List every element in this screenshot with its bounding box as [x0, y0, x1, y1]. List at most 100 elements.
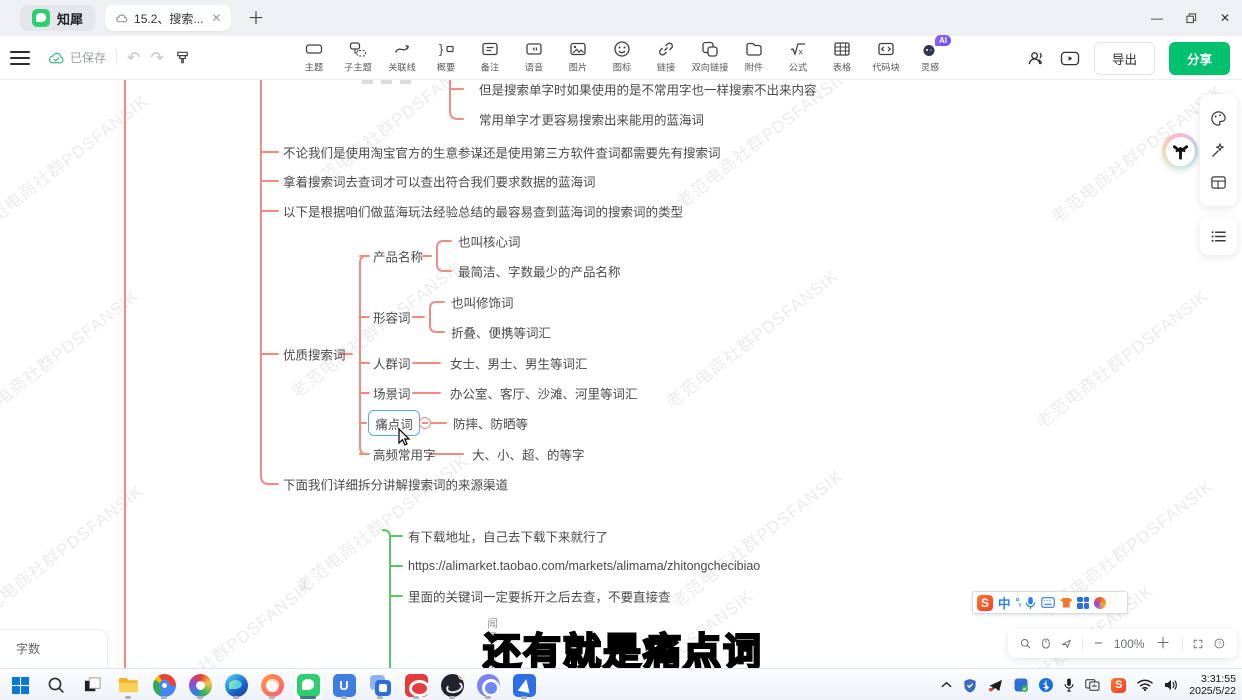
drag-mode-mouse-icon[interactable]: [1042, 636, 1050, 651]
tray-ime-language-icon[interactable]: [1085, 679, 1100, 691]
ime-toolbox-icon[interactable]: [1077, 597, 1089, 609]
tool-topic[interactable]: 主题: [292, 36, 336, 74]
mindmap-node[interactable]: 以下是根据咱们做蓝海玩法经验总结的最容易查到蓝海词的搜索词的类型: [283, 202, 683, 221]
taskbar-zhixi-active[interactable]: [294, 670, 322, 700]
close-button[interactable]: ✕: [1208, 0, 1242, 36]
mindmap-node-painpoint-selected[interactable]: 痛点词: [368, 410, 420, 436]
new-tab-button[interactable]: ＋: [247, 10, 264, 27]
laser-pointer-icon[interactable]: [1061, 636, 1072, 651]
tool-relation-line[interactable]: 关联线: [380, 36, 424, 74]
document-tab[interactable]: 15.2、搜索... ✕: [105, 5, 231, 31]
mindmap-node[interactable]: 常用单字才更容易搜索出来能用的蓝海词: [479, 110, 704, 129]
ime-punctuation-icon[interactable]: °,: [1016, 597, 1021, 608]
mindmap-leaf[interactable]: 女士、男士、男生等词汇: [450, 354, 588, 373]
tool-note[interactable]: 备注: [468, 36, 512, 74]
taskbar-search-button[interactable]: [42, 670, 70, 700]
menu-hamburger-icon[interactable]: [10, 51, 30, 65]
restore-button[interactable]: [1174, 0, 1208, 36]
mindmap-node[interactable]: 不论我们是使用淘宝官方的生意参谋还是使用第三方软件查词都需要先有搜索词: [283, 143, 721, 162]
share-button[interactable]: 分享: [1169, 42, 1230, 75]
tool-table[interactable]: 表格: [820, 36, 864, 74]
taskbar-clock[interactable]: 3:31:55 2025/5/22: [1189, 673, 1236, 697]
mindmap-node[interactable]: 有下载地址，自己去下载下来就行了: [408, 527, 608, 546]
outline-list-icon[interactable]: [1210, 228, 1227, 245]
app-home-tab[interactable]: 知犀: [20, 5, 95, 31]
video-tutorial-icon[interactable]: [1060, 50, 1080, 67]
taskbar-file-explorer[interactable]: [114, 670, 142, 700]
mindmap-node[interactable]: 但是搜索单字时如果使用的是不常用字也一样搜索不出来内容: [479, 80, 817, 99]
search-locate-icon[interactable]: [1020, 636, 1031, 651]
taskbar-dark-app-notification[interactable]: [438, 670, 466, 700]
tool-icon-sticker[interactable]: 图标: [600, 36, 644, 74]
mindmap-canvas[interactable]: 老范电商社群PDSFANSIK 老范电商社群PDSFANSIK 老范电商社群PD…: [0, 80, 1242, 668]
ime-mic-icon[interactable]: [1025, 596, 1036, 610]
task-view-button[interactable]: [78, 670, 106, 700]
tool-link[interactable]: 链接: [644, 36, 688, 74]
tool-summary[interactable]: } 概要: [424, 36, 468, 74]
zoom-in-button[interactable]: ＋: [1156, 636, 1171, 651]
ime-skin-icon[interactable]: [1060, 598, 1072, 608]
taskbar-remote-app[interactable]: [366, 670, 394, 700]
collaboration-icon[interactable]: [1027, 50, 1046, 67]
mindmap-leaf[interactable]: 最简洁、字数最少的产品名称: [458, 262, 621, 281]
mindmap-node[interactable]: 产品名称: [373, 247, 423, 266]
tool-image[interactable]: 图片: [556, 36, 600, 74]
tray-expand-chevron[interactable]: [941, 681, 952, 689]
undo-icon[interactable]: ↶: [127, 48, 140, 68]
ime-keyboard-icon[interactable]: [1041, 597, 1055, 608]
tray-volume-icon[interactable]: [1164, 679, 1178, 691]
tray-wifi-icon[interactable]: [1137, 679, 1153, 691]
mindmap-leaf[interactable]: 折叠、便携等词汇: [451, 323, 551, 342]
tray-microphone-icon[interactable]: [1064, 678, 1074, 692]
tray-telegram-icon[interactable]: [988, 679, 1003, 692]
sogou-logo-icon[interactable]: S: [977, 595, 993, 611]
sogou-ime-bar[interactable]: S 中 °,: [972, 591, 1128, 614]
tray-bluetooth-icon[interactable]: [1039, 678, 1053, 692]
export-button[interactable]: 导出: [1094, 42, 1155, 75]
ime-mode-chinese[interactable]: 中: [998, 593, 1011, 612]
collapse-handle-icon[interactable]: [419, 417, 431, 429]
layout-structure-icon[interactable]: [1210, 174, 1227, 191]
taskbar-red-app[interactable]: [402, 670, 430, 700]
mindmap-node[interactable]: 下面我们详细拆分讲解搜索词的来源渠道: [283, 475, 508, 494]
tray-sogou-icon[interactable]: S: [1111, 678, 1126, 693]
mindmap-leaf[interactable]: 办公室、客厅、沙滩、河里等词汇: [450, 384, 638, 403]
mindmap-node-url[interactable]: https://alimarket.taobao.com/markets/ali…: [408, 559, 760, 573]
taskbar-blue-u-app[interactable]: U: [330, 670, 358, 700]
tool-subtopic[interactable]: 子主题: [336, 36, 380, 74]
tool-bidirectional-link[interactable]: 双向链接: [688, 36, 732, 74]
taskbar-browser-colorful[interactable]: [186, 670, 214, 700]
mindmap-node[interactable]: 里面的关键词一定要拆开之后去查，不要直接查: [408, 587, 671, 606]
tool-attachment[interactable]: 附件: [732, 36, 776, 74]
mindmap-node[interactable]: 拿着搜索词去查词才可以查出符合我们要求数据的蓝海词: [283, 172, 596, 191]
mindmap-leaf[interactable]: 也叫修饰词: [451, 293, 514, 312]
start-button[interactable]: [6, 670, 34, 700]
mindmap-node[interactable]: 人群词: [373, 354, 411, 373]
mindmap-leaf[interactable]: 大、小、超、的等字: [472, 445, 585, 464]
mindmap-node-quality[interactable]: 优质搜索词: [283, 345, 346, 364]
mindmap-node[interactable]: 场景词: [373, 384, 411, 403]
beautify-wand-icon[interactable]: [1210, 142, 1227, 159]
minimize-button[interactable]: —: [1140, 0, 1174, 36]
taskbar-chrome[interactable]: [150, 670, 178, 700]
mindmap-leaf[interactable]: 也叫核心词: [458, 232, 521, 251]
tool-inspiration[interactable]: AI 灵感: [908, 36, 952, 74]
ai-assistant-button[interactable]: [1162, 133, 1198, 169]
taskbar-orange-app[interactable]: [258, 670, 286, 700]
format-brush-icon[interactable]: [174, 49, 191, 66]
taskbar-edge[interactable]: [222, 670, 250, 700]
help-icon[interactable]: ?: [1214, 636, 1225, 651]
fullscreen-icon[interactable]: [1193, 637, 1203, 651]
mindmap-node[interactable]: 形容词: [373, 308, 411, 327]
tool-code-block[interactable]: 代码块: [864, 36, 908, 74]
ime-emoji-icon[interactable]: [1094, 597, 1106, 609]
tool-voice[interactable]: 语音: [512, 36, 556, 74]
theme-palette-icon[interactable]: [1210, 110, 1227, 127]
tab-close-icon[interactable]: ✕: [211, 11, 221, 25]
tray-green-check-app-icon[interactable]: [1014, 678, 1028, 692]
taskbar-blue-sail-app[interactable]: [510, 670, 538, 700]
zoom-out-button[interactable]: −: [1094, 636, 1103, 651]
redo-icon[interactable]: ↷: [150, 48, 163, 68]
tool-formula[interactable]: x 公式: [776, 36, 820, 74]
tray-antivirus-shield-icon[interactable]: [963, 678, 977, 693]
